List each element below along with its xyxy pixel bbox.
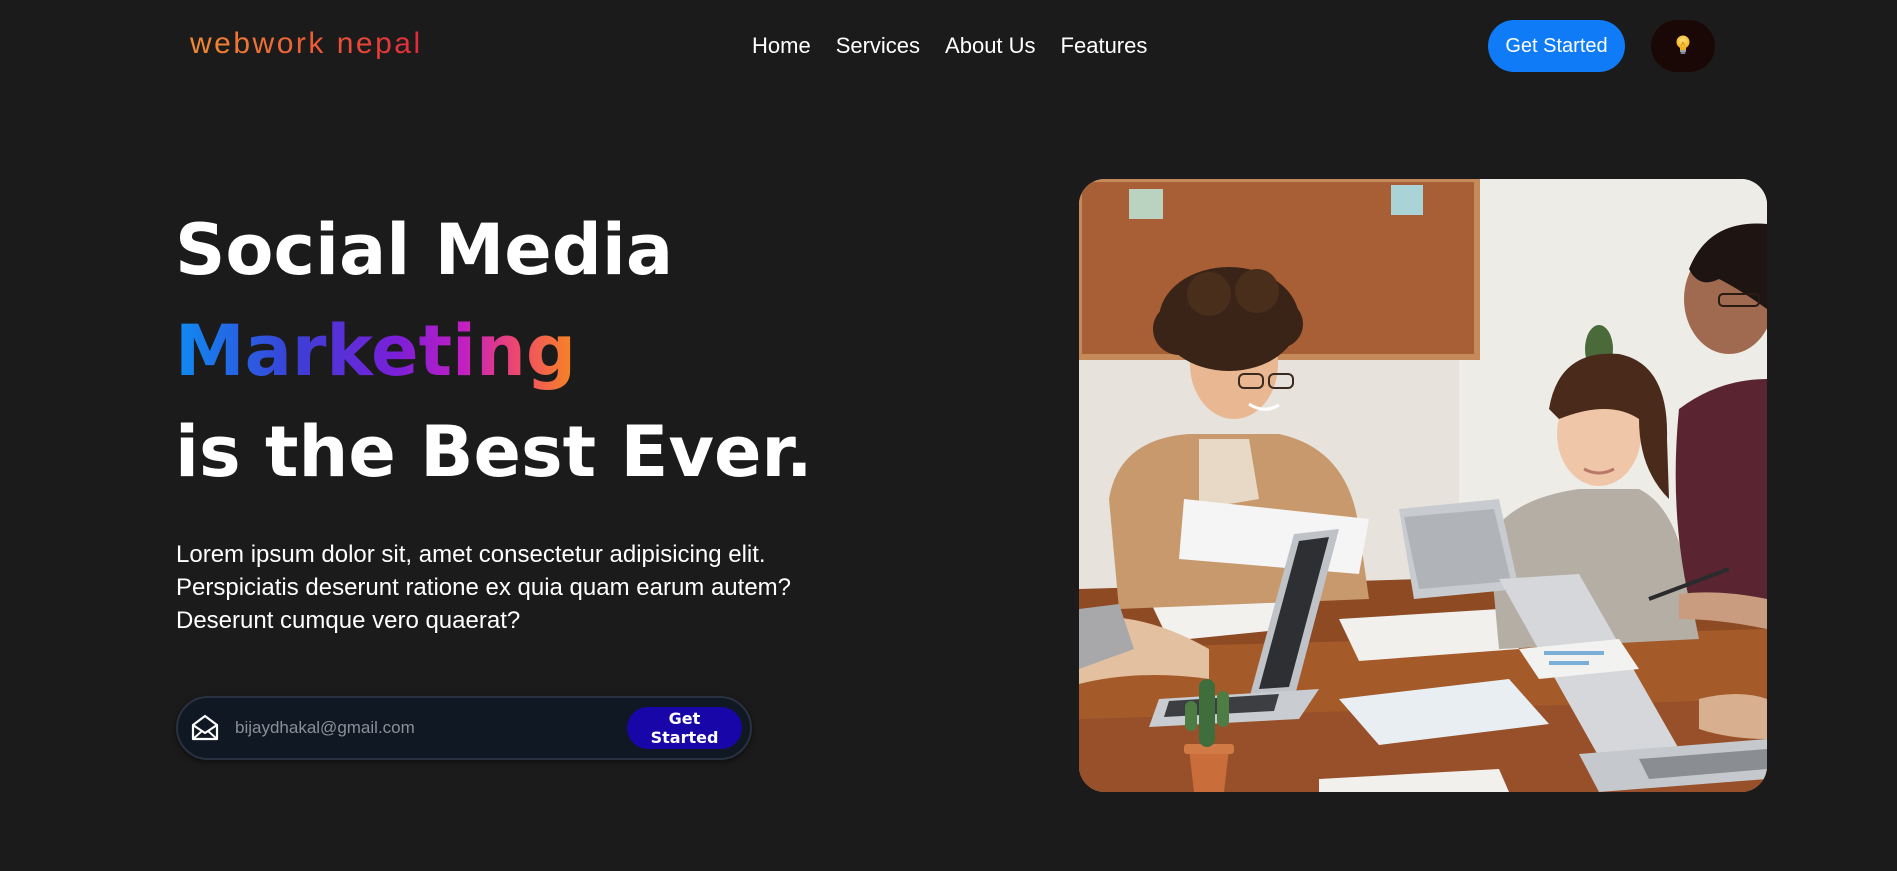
hero-description: Lorem ipsum dolor sit, amet consectetur … [176, 541, 791, 634]
hero-title-line-1: Social Media [175, 209, 674, 291]
hero-title-highlight: Marketing [175, 301, 576, 402]
nav-item-services[interactable]: Services [836, 30, 920, 62]
main-nav: Home Services About Us Features [752, 30, 1147, 62]
nav-item-about-us[interactable]: About Us [945, 30, 1036, 62]
landing-page: webwork nepal Home Services About Us Fea… [0, 0, 1897, 871]
theme-toggle-button[interactable] [1651, 20, 1715, 72]
hero-title: Social Media Marketing is the Best Ever. [175, 200, 813, 503]
nav-get-started-button[interactable]: Get Started [1488, 20, 1625, 72]
hero-title-line-3: is the Best Ever. [175, 411, 813, 493]
email-signup-form: Get Started [176, 696, 752, 760]
nav-item-features[interactable]: Features [1061, 30, 1148, 62]
lightbulb-icon [1674, 34, 1692, 59]
hero-image [1079, 179, 1767, 792]
form-get-started-button[interactable]: Get Started [627, 707, 742, 749]
envelope-icon [188, 711, 222, 745]
nav-item-home[interactable]: Home [752, 30, 811, 62]
email-input[interactable] [233, 710, 593, 746]
brand-logo[interactable]: webwork nepal [190, 24, 423, 64]
